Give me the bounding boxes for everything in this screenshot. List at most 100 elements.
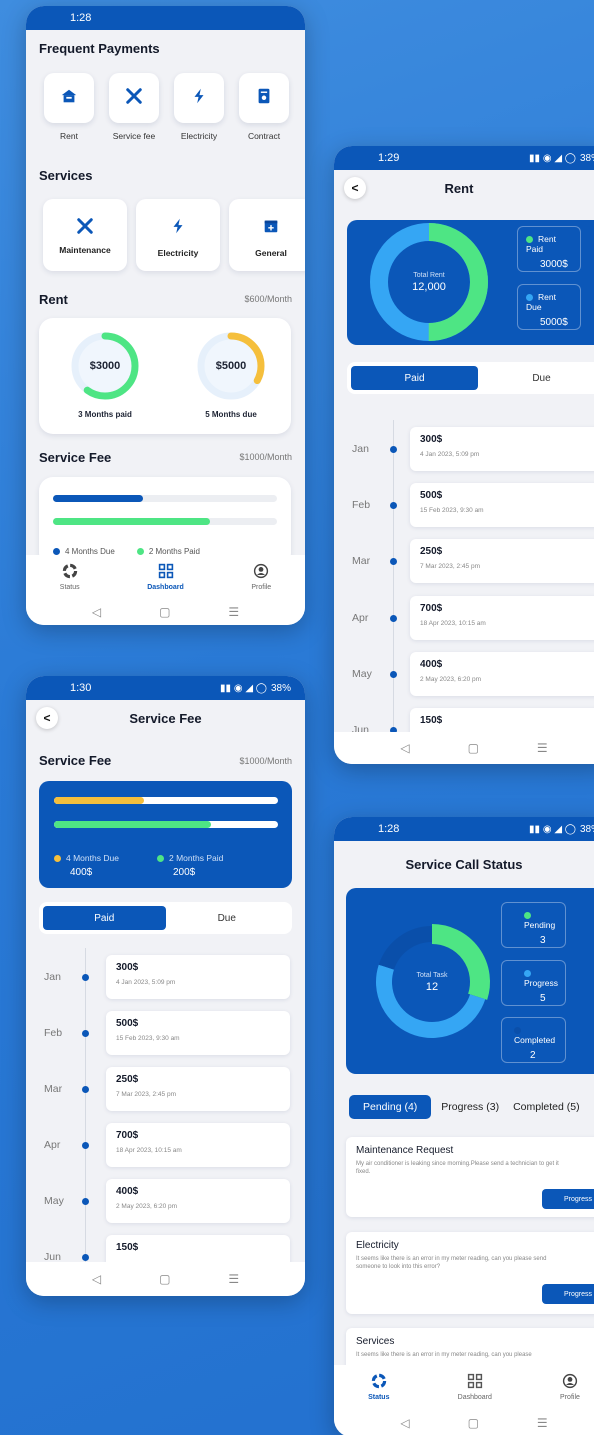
home-nav-icon[interactable]: ▢	[159, 1272, 170, 1286]
back-nav-icon[interactable]: ◁	[92, 605, 101, 619]
rent-rate: $600/Month	[244, 294, 292, 304]
timeline-row[interactable]: Feb 500$ 15 Feb 2023, 9:30 am	[26, 1011, 305, 1057]
service-electricity-label: Electricity	[157, 248, 199, 258]
menu-nav-icon[interactable]: ☰	[228, 605, 239, 619]
rent-header: < Rent	[334, 170, 594, 206]
tab-due[interactable]: Due	[478, 366, 594, 390]
service-electricity[interactable]: Electricity	[136, 199, 220, 271]
service-fee-tile[interactable]	[109, 73, 159, 123]
signal-icons: ▮▮ ◉ ◢ ◯38%	[220, 682, 291, 694]
bolt-icon	[169, 217, 187, 240]
electricity-tile[interactable]	[174, 73, 224, 123]
system-nav: ◁ ▢ ☰	[26, 599, 305, 625]
service-status-phone: 1:28 ▮▮ ◉ ◢ ◯38% Service Call Status Tota…	[334, 817, 594, 1435]
tab-due[interactable]: Due	[166, 906, 289, 930]
signal-icons: ▮▮ ◉ ◢ ◯38%	[529, 152, 594, 164]
menu-nav-icon[interactable]: ☰	[537, 1416, 548, 1430]
bottom-nav: Status Dashboard Profile	[26, 555, 305, 599]
home-nav-icon[interactable]: ▢	[159, 605, 170, 619]
fee-summary-card[interactable]: 4 Months Due 2 Months Paid	[39, 477, 291, 567]
nav-dashboard[interactable]: Dashboard	[147, 563, 184, 591]
nav-dashboard[interactable]: Dashboard	[458, 1373, 492, 1401]
status-tabs: Pending (4) Progress (3) Completed (5)	[349, 1095, 580, 1119]
nav-status[interactable]: Status	[368, 1373, 389, 1401]
paid-due-toggle: Paid Due	[39, 902, 292, 934]
rent-paid-legend: Rent Paid 3000$	[517, 226, 581, 272]
timeline-row[interactable]: Feb 500$ 15 Feb 2023, 9:30 am	[334, 483, 594, 529]
status-chart-panel: Total Task 12 Pending 3 Progress 5 Compl…	[346, 888, 594, 1074]
status-time: 1:28	[378, 823, 400, 835]
back-nav-icon[interactable]: ◁	[92, 1272, 101, 1286]
service-general-label: General	[255, 248, 287, 258]
rent-tile[interactable]	[44, 73, 94, 123]
progress-button[interactable]: Progress	[542, 1284, 594, 1304]
signal-icons: ▮▮ ◉ ◢ ◯38%	[529, 823, 594, 835]
fee-header: < Service Fee	[26, 700, 305, 736]
fee-paid-track	[54, 821, 278, 828]
progress-button[interactable]: Progress	[542, 1189, 594, 1209]
service-general[interactable]: General	[229, 199, 305, 271]
back-nav-icon[interactable]: ◁	[400, 1416, 409, 1430]
home-nav-icon[interactable]: ▢	[468, 1416, 479, 1430]
task-title: Services	[356, 1336, 395, 1347]
fee-rate: $1000/Month	[239, 452, 292, 462]
fee-due-track	[53, 495, 277, 502]
rent-chart-panel: Total Rent 12,000 Rent Paid 3000$ Rent D…	[347, 220, 594, 345]
timeline-row[interactable]: Jan 300$ 4 Jan 2023, 5:09 pm	[26, 955, 305, 1001]
legend-completed: Completed 2	[501, 1017, 566, 1063]
tab-progress[interactable]: Progress (3)	[441, 1101, 499, 1113]
timeline-row[interactable]: Mar 250$ 7 Mar 2023, 2:45 pm	[334, 539, 594, 585]
rent-due-label: 5 Months due	[205, 410, 257, 419]
status-bar: 1:28 ▮▮ ◉ ◢ ◯38%	[334, 817, 594, 841]
menu-nav-icon[interactable]: ☰	[228, 1272, 239, 1286]
timeline-row[interactable]: Apr 700$ 18 Apr 2023, 10:15 am	[26, 1123, 305, 1169]
donut-segment-completed	[378, 926, 433, 971]
rent-chart-center-value: 12,000	[412, 281, 446, 293]
frequent-payments-title: Frequent Payments	[39, 41, 160, 56]
electricity-label: Electricity	[180, 131, 218, 141]
status-icon	[62, 563, 78, 581]
home-nav-icon[interactable]: ▢	[468, 741, 479, 755]
fee-section-title: Service Fee	[39, 450, 112, 465]
timeline-row[interactable]: Mar 250$ 7 Mar 2023, 2:45 pm	[26, 1067, 305, 1113]
nav-profile[interactable]: Profile	[251, 563, 271, 591]
timeline-row[interactable]: May 400$ 2 May 2023, 6:20 pm	[26, 1179, 305, 1225]
task-title: Electricity	[356, 1240, 399, 1251]
system-nav: ◁ ▢ ☰	[334, 1409, 594, 1435]
back-button[interactable]: <	[36, 707, 58, 729]
service-fee-phone: 1:30 ▮▮ ◉ ◢ ◯ 38% < Service Fee Service Fe…	[26, 676, 305, 1296]
rent-summary-card[interactable]: $3000 3 Months paid $5000 5 Months due	[39, 318, 291, 434]
bottom-nav: Status Dashboard Profile	[334, 1365, 594, 1409]
back-nav-icon[interactable]: ◁	[400, 741, 409, 755]
timeline-row[interactable]: Apr 700$ 18 Apr 2023, 10:15 am	[334, 596, 594, 642]
contract-tile[interactable]	[239, 73, 289, 123]
profile-icon	[562, 1373, 578, 1391]
nav-profile[interactable]: Profile	[560, 1373, 580, 1401]
rent-section-title: Rent	[39, 292, 68, 307]
service-maintenance-label: Maintenance	[59, 245, 111, 255]
task-description: It seems like there is an error in my me…	[356, 1256, 547, 1271]
status-time: 1:28	[70, 12, 92, 24]
tools-icon	[125, 87, 143, 110]
dashboard-icon	[467, 1373, 483, 1391]
tab-paid[interactable]: Paid	[43, 906, 166, 930]
tools-icon	[76, 217, 94, 240]
back-button[interactable]: <	[344, 177, 366, 199]
services-title: Services	[39, 168, 93, 183]
service-maintenance[interactable]: Maintenance	[43, 199, 127, 271]
fee-due-track	[54, 797, 278, 804]
fee-paid-bar	[54, 821, 211, 828]
fee-paid-bar	[53, 518, 210, 525]
timeline-row[interactable]: Jan 300$ 4 Jan 2023, 5:09 pm	[334, 427, 594, 473]
menu-nav-icon[interactable]: ☰	[537, 741, 548, 755]
house-icon	[60, 87, 78, 110]
tab-pending[interactable]: Pending (4)	[349, 1095, 432, 1119]
nav-status[interactable]: Status	[60, 563, 80, 591]
page-title: Service Call Status	[405, 857, 523, 872]
tab-completed[interactable]: Completed (5)	[513, 1101, 580, 1113]
task-card[interactable]: Maintenance Request My air conditioner i…	[346, 1137, 594, 1217]
tab-paid[interactable]: Paid	[351, 366, 478, 390]
timeline-row[interactable]: May 400$ 2 May 2023, 6:20 pm	[334, 652, 594, 698]
task-description: It seems like there is an error in my me…	[356, 1352, 532, 1358]
task-card[interactable]: Electricity It seems like there is an er…	[346, 1232, 594, 1314]
